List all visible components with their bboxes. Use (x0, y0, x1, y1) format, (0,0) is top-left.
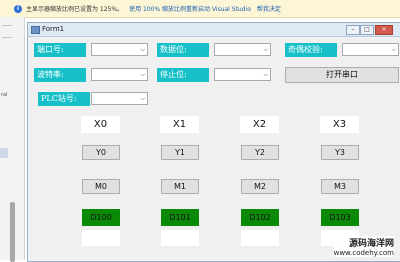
m0-button[interactable]: M0 (82, 179, 120, 194)
panel-selection (0, 148, 8, 158)
panel-line (2, 25, 12, 26)
d102-label: D102 (241, 209, 279, 226)
x1-input-label: X1 (160, 116, 199, 133)
info-icon: i (14, 4, 22, 13)
x3-input-label: X3 (320, 116, 359, 133)
stop-bits-label: 停止位: (157, 68, 209, 82)
y3-button[interactable]: Y3 (321, 145, 359, 160)
data-bits-label: 数据位: (157, 43, 209, 57)
y2-button[interactable]: Y2 (241, 145, 279, 160)
chevron-down-icon: ⌵ (140, 71, 145, 78)
watermark-title: 源码海洋网 (348, 239, 394, 249)
d100-value-field[interactable] (82, 230, 120, 246)
watermark: 源码海洋网 www.codehy.com (333, 236, 394, 257)
restart-link[interactable]: 使用 100% 缩放比例重新启动 Visual Studio (129, 4, 251, 13)
chevron-down-icon: ⌵ (391, 46, 396, 53)
chevron-down-icon: ⌵ (263, 46, 268, 53)
y1-button[interactable]: Y1 (161, 145, 199, 160)
notification-bar: i 主显示器缩放比例已设置为 125%。 使用 100% 缩放比例重新启动 Vi… (0, 0, 400, 18)
stop-bits-select[interactable]: ⌵ (214, 68, 271, 81)
d102-value-field[interactable] (241, 230, 279, 246)
chevron-down-icon: ⌵ (263, 71, 268, 78)
y0-button[interactable]: Y0 (82, 145, 120, 160)
plc-station-select[interactable]: ⌵ (91, 92, 148, 105)
chevron-down-icon: ⌵ (140, 46, 145, 53)
panel-scrollbar[interactable] (10, 202, 15, 262)
close-button[interactable]: × (375, 25, 393, 35)
maximize-button[interactable]: □ (360, 25, 374, 35)
baud-rate-label: 波特率: (34, 68, 86, 82)
data-bits-select[interactable]: ⌵ (214, 43, 271, 56)
d103-label: D103 (321, 209, 359, 226)
watermark-url: www.codehy.com (333, 249, 394, 257)
minimize-button[interactable]: – (346, 25, 360, 35)
d101-label: D101 (161, 209, 199, 226)
x0-input-label: X0 (81, 116, 120, 133)
panel-text: ral (1, 92, 8, 98)
open-port-button[interactable]: 打开串口 (285, 67, 399, 83)
x2-input-label: X2 (240, 116, 279, 133)
chevron-down-icon: ⌵ (140, 95, 145, 102)
form-icon (31, 26, 40, 34)
port-label: 端口号: (34, 43, 86, 57)
m2-button[interactable]: M2 (241, 179, 279, 194)
parity-select[interactable]: ⌵ (342, 43, 399, 56)
port-select[interactable]: ⌵ (91, 43, 148, 56)
baud-rate-select[interactable]: ⌵ (91, 68, 148, 81)
form-window: Form1 – □ × 端口号: ⌵ 数据位: ⌵ 奇偶校验: ⌵ 波特率: ⌵… (27, 22, 400, 262)
d101-value-field[interactable] (161, 230, 199, 246)
m3-button[interactable]: M3 (321, 179, 359, 194)
notification-message: 主显示器缩放比例已设置为 125%。 (26, 6, 124, 13)
d100-label: D100 (82, 209, 120, 226)
parity-label: 奇偶校验: (285, 43, 337, 57)
plc-station-label: PLC站号: (38, 92, 90, 106)
m1-button[interactable]: M1 (161, 179, 199, 194)
help-link[interactable]: 帮我决定 (257, 4, 281, 13)
ide-side-panel: ral (0, 17, 25, 262)
panel-line (2, 37, 12, 38)
title-bar: Form1 – □ × (28, 23, 400, 37)
window-title: Form1 (42, 25, 65, 33)
